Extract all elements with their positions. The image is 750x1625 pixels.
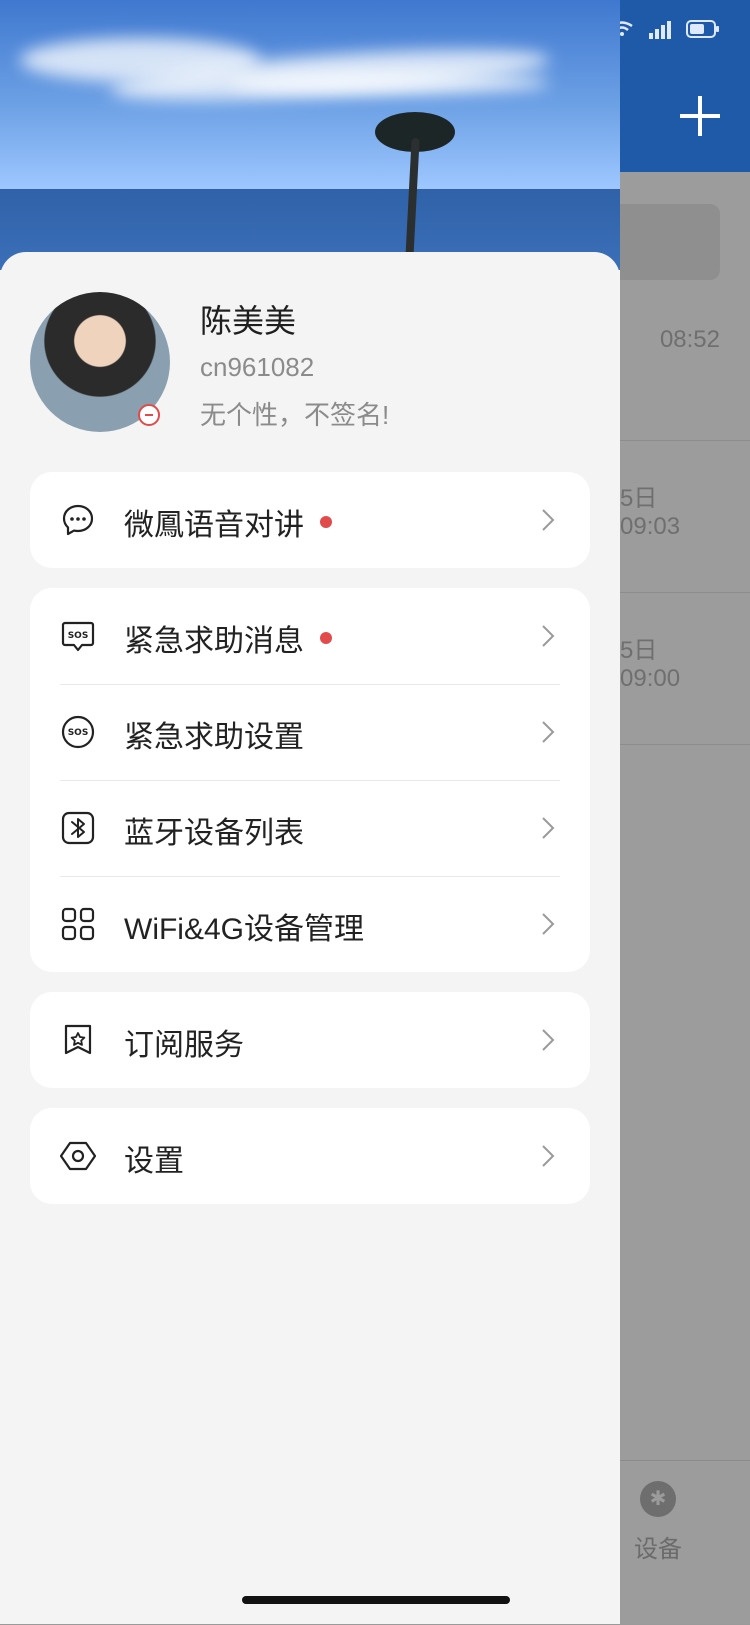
menu-item-label: 微鳳语音对讲	[124, 509, 304, 542]
status-badge	[138, 404, 160, 426]
chevron-right-icon	[542, 913, 555, 935]
status-bar-icons	[610, 18, 720, 40]
chevron-right-icon	[542, 625, 555, 647]
user-name: 陈美美	[200, 303, 297, 339]
menu-item-sos-messages[interactable]: SOS 紧急求助消息	[30, 588, 590, 684]
chat-bubble-icon	[62, 504, 94, 536]
menu-item-sos-settings[interactable]: SOS 紧急求助设置	[30, 684, 590, 780]
svg-text:SOS: SOS	[68, 631, 89, 641]
sos-message-icon: SOS	[61, 621, 95, 652]
list-time: 5日 09:00	[620, 637, 681, 692]
bluetooth-icon	[61, 811, 95, 845]
list-time: 5日 09:03	[620, 485, 681, 540]
unread-dot	[320, 516, 332, 528]
user-signature: 无个性，不签名!	[200, 400, 390, 430]
menu-item-label: 紧急求助设置	[124, 721, 304, 754]
palm-trunk	[404, 137, 420, 270]
menu-item-label: 设置	[124, 1145, 184, 1178]
chevron-right-icon	[542, 1145, 555, 1167]
menu-card-devices: SOS 紧急求助消息 SOS 紧急求助设置 蓝牙设备列表 WiFi&4G设备管理	[30, 588, 590, 972]
hexagon-settings-icon	[60, 1141, 96, 1171]
badge-star-icon	[64, 1024, 92, 1055]
battery-icon	[686, 20, 719, 38]
background-list-row: 5日 09:00	[620, 592, 750, 745]
menu-card-settings: 设置	[30, 1108, 590, 1204]
menu-card-subscription: 订阅服务	[30, 992, 590, 1088]
sos-circle-icon: SOS	[61, 715, 95, 749]
signal-icon	[649, 21, 671, 39]
menu-item-label: WiFi&4G设备管理	[124, 913, 364, 946]
chevron-right-icon	[542, 721, 555, 743]
header-image	[0, 0, 620, 270]
menu-item-settings[interactable]: 设置	[30, 1108, 590, 1204]
menu-item-label: 紧急求助消息	[124, 625, 304, 658]
bluetooth-icon: ✱	[640, 1481, 676, 1517]
background-list-row: 08:52	[620, 288, 750, 441]
menu-item-label: 蓝牙设备列表	[124, 817, 304, 850]
chevron-right-icon	[542, 1029, 555, 1051]
tab-label: 设备	[634, 1536, 682, 1563]
menu-item-voice[interactable]: 微鳳语音对讲	[30, 472, 590, 568]
background-tab-device: ✱ 设备	[620, 1460, 750, 1625]
unread-dot	[320, 632, 332, 644]
cloud	[230, 72, 550, 94]
chevron-right-icon	[542, 817, 555, 839]
menu-card-voice: 微鳳语音对讲	[30, 472, 590, 568]
home-indicator	[242, 1596, 510, 1604]
menu-item-wifi-4g[interactable]: WiFi&4G设备管理	[30, 876, 590, 972]
chevron-right-icon	[542, 509, 555, 531]
user-id: cn961082	[200, 352, 315, 382]
menu-item-label: 订阅服务	[124, 1029, 244, 1062]
add-icon[interactable]	[680, 96, 720, 136]
svg-text:SOS: SOS	[68, 728, 89, 738]
background-list-row: 5日 09:03	[620, 440, 750, 593]
menu-item-subscription[interactable]: 订阅服务	[30, 992, 590, 1088]
side-drawer: 陈美美 cn961082 无个性，不签名! 微鳳语音对讲 SOS 紧急求助消息	[0, 0, 620, 1624]
menu-item-bluetooth-list[interactable]: 蓝牙设备列表	[30, 780, 590, 876]
grid-icon	[61, 907, 95, 941]
list-time: 08:52	[659, 326, 720, 353]
profile-section[interactable]: 陈美美 cn961082 无个性，不签名!	[30, 292, 590, 442]
